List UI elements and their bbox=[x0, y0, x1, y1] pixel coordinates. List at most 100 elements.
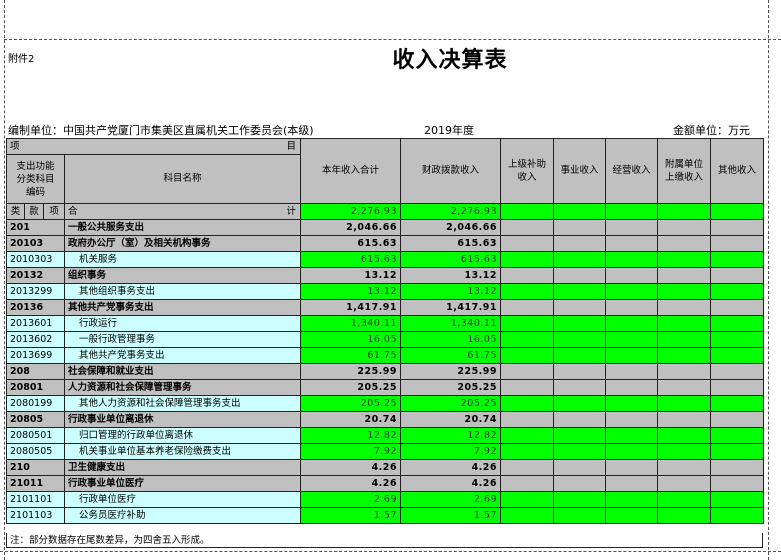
row-code: 20136 bbox=[6, 299, 65, 316]
empty-cell bbox=[500, 203, 555, 220]
empty-cell bbox=[657, 267, 712, 284]
row-amount: 1.57 bbox=[300, 507, 402, 524]
table-row: 20136 其他共产党事务支出 1,417.91 1,417.91 bbox=[6, 299, 765, 316]
empty-cell bbox=[710, 379, 765, 396]
empty-cell bbox=[657, 299, 712, 316]
org-label: 编制单位：中国共产党厦门市集美区直属机关工作委员会(本级) bbox=[8, 124, 314, 137]
row-amount: 1,340.11 bbox=[300, 315, 402, 332]
row-name: 卫生健康支出 bbox=[63, 459, 302, 476]
table-row: 2013602 一般行政管理事务 16.05 16.05 bbox=[6, 331, 765, 348]
empty-cell bbox=[710, 491, 765, 508]
col-total: 本年收入合计 bbox=[300, 138, 402, 204]
row-amount: 1,417.91 bbox=[300, 299, 402, 316]
row-fiscal: 4.26 bbox=[400, 459, 502, 476]
empty-cell bbox=[500, 299, 555, 316]
fiscal-year: 2019年度 bbox=[424, 124, 474, 137]
empty-cell bbox=[553, 395, 607, 412]
row-code: 2013601 bbox=[6, 315, 65, 332]
empty-cell bbox=[500, 267, 555, 284]
empty-cell bbox=[500, 475, 555, 492]
row-code: 208 bbox=[6, 363, 65, 380]
empty-cell bbox=[605, 219, 659, 236]
row-code: 2080199 bbox=[6, 395, 65, 412]
empty-cell bbox=[657, 379, 712, 396]
empty-cell bbox=[605, 427, 659, 444]
page-break-line-left bbox=[4, 0, 5, 560]
row-name: 一般行政管理事务 bbox=[63, 331, 302, 348]
row-fiscal: 13.12 bbox=[400, 283, 502, 300]
empty-cell bbox=[657, 283, 712, 300]
table-row: 2101101 行政单位医疗 2.69 2.69 bbox=[6, 491, 765, 508]
empty-cell bbox=[710, 347, 765, 364]
row-code: 2013299 bbox=[6, 283, 65, 300]
page-break-line-bottom bbox=[0, 551, 781, 552]
income-table: 项 目 本年收入合计 财政拨款收入 上级补助收入 事业收入 经营收入 附属单位上… bbox=[5, 138, 765, 524]
empty-cell bbox=[553, 459, 607, 476]
empty-cell bbox=[500, 491, 555, 508]
empty-cell bbox=[710, 475, 765, 492]
row-code: 20801 bbox=[6, 379, 65, 396]
row-name: 社会保障和就业支出 bbox=[63, 363, 302, 380]
empty-cell bbox=[710, 427, 765, 444]
empty-cell bbox=[657, 459, 712, 476]
empty-cell bbox=[710, 443, 765, 460]
empty-cell bbox=[710, 507, 765, 524]
row-amount: 16.05 bbox=[300, 331, 402, 348]
row-amount: 225.99 bbox=[300, 363, 402, 380]
empty-cell bbox=[657, 507, 712, 524]
row-amount: 20.74 bbox=[300, 411, 402, 428]
total-row: 类款项合计 2,276.93 2,276.93 bbox=[6, 203, 765, 220]
row-fiscal: 61.75 bbox=[400, 347, 502, 364]
empty-cell bbox=[500, 219, 555, 236]
empty-cell bbox=[500, 507, 555, 524]
row-amount: 2,046.66 bbox=[300, 219, 402, 236]
empty-cell bbox=[605, 267, 659, 284]
empty-cell bbox=[657, 491, 712, 508]
empty-cell bbox=[710, 251, 765, 268]
empty-cell bbox=[500, 235, 555, 252]
row-fiscal: 205.25 bbox=[400, 395, 502, 412]
empty-cell bbox=[605, 411, 659, 428]
xiang-label: 项 bbox=[43, 203, 65, 220]
empty-cell bbox=[553, 203, 607, 220]
table-row: 2013699 其他共产党事务支出 61.75 61.75 bbox=[6, 347, 765, 364]
table-row: 2080199 其他人力资源和社会保障管理事务支出 205.25 205.25 bbox=[6, 395, 765, 412]
empty-cell bbox=[605, 395, 659, 412]
col-superior: 上级补助收入 bbox=[500, 138, 555, 204]
row-code: 2080505 bbox=[6, 443, 65, 460]
xiang-mu-header: 项 目 bbox=[5, 138, 302, 155]
row-fiscal: 1,340.11 bbox=[400, 315, 502, 332]
empty-cell bbox=[500, 315, 555, 332]
empty-cell bbox=[500, 443, 555, 460]
row-name: 行政运行 bbox=[63, 315, 302, 332]
empty-cell bbox=[605, 347, 659, 364]
row-amount: 7.92 bbox=[300, 443, 402, 460]
col-operating: 经营收入 bbox=[605, 138, 659, 204]
row-fiscal: 2,046.66 bbox=[400, 219, 502, 236]
empty-cell bbox=[657, 219, 712, 236]
empty-cell bbox=[553, 411, 607, 428]
empty-cell bbox=[710, 315, 765, 332]
empty-cell bbox=[605, 379, 659, 396]
row-fiscal: 16.05 bbox=[400, 331, 502, 348]
empty-cell bbox=[553, 219, 607, 236]
empty-cell bbox=[500, 331, 555, 348]
row-code: 2013699 bbox=[6, 347, 65, 364]
row-code: 20132 bbox=[6, 267, 65, 284]
kuan-label: 款 bbox=[24, 203, 44, 220]
empty-cell bbox=[605, 507, 659, 524]
empty-cell bbox=[710, 203, 765, 220]
empty-cell bbox=[657, 315, 712, 332]
row-code: 21011 bbox=[6, 475, 65, 492]
row-amount: 4.26 bbox=[300, 459, 402, 476]
empty-cell bbox=[553, 315, 607, 332]
table-row: 21011 行政事业单位医疗 4.26 4.26 bbox=[6, 475, 765, 492]
row-amount: 205.25 bbox=[300, 379, 402, 396]
total-label: 合计 bbox=[63, 203, 302, 220]
row-fiscal: 7.92 bbox=[400, 443, 502, 460]
page-title: 收入决算表 bbox=[392, 48, 508, 73]
col-fiscal: 财政拨款收入 bbox=[400, 138, 502, 204]
row-code: 2080501 bbox=[6, 427, 65, 444]
row-code: 20805 bbox=[6, 411, 65, 428]
row-amount: 615.63 bbox=[300, 251, 402, 268]
